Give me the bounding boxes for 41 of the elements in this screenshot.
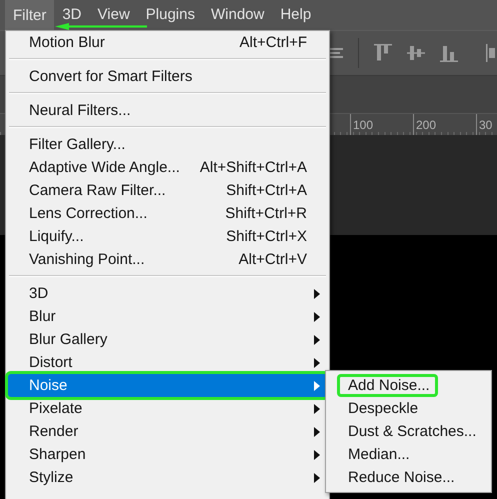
submenu-arrow-icon [314,288,320,298]
align-middle-icon[interactable] [407,44,425,62]
menu-item[interactable]: 3D [8,282,327,305]
menu-item[interactable]: Median... [337,443,418,466]
menu-bar-item[interactable]: View [90,6,138,23]
ruler-label: 200 [416,118,436,132]
align-left-icon[interactable] [486,44,496,62]
menu-item[interactable]: Despeckle [337,397,426,420]
menu-item[interactable]: Noise [8,374,327,397]
menu-item[interactable]: Convert for Smart Filters [8,65,327,88]
menu-item[interactable]: Lens Correction... Shift+Ctrl+R [8,202,327,225]
menu-item[interactable]: Reduce Noise... [337,466,463,489]
ruler-label: 30 [479,118,492,132]
menu-bar-item[interactable]: Window [202,6,272,23]
menu-item[interactable]: Blur Gallery [8,328,327,351]
keyboard-shortcut: Shift+Ctrl+R [225,205,307,222]
keyboard-shortcut: Shift+Ctrl+X [226,228,307,245]
menu-item[interactable]: Add Noise... [337,374,438,397]
menu-item[interactable]: Camera Raw Filter... Shift+Ctrl+A [8,179,327,202]
keyboard-shortcut: Alt+Ctrl+F [239,34,307,51]
align-top-icon[interactable] [374,44,392,62]
ruler-label: 100 [353,118,374,132]
keyboard-shortcut: Shift+Ctrl+A [226,182,307,199]
submenu-arrow-icon [314,334,320,344]
menu-item[interactable]: Neural Filters... [8,99,327,122]
submenu-arrow-icon [314,312,320,322]
menu-bar-item[interactable]: Filter [5,0,54,30]
menu-bar-item[interactable]: 3D [54,6,90,23]
menu-item[interactable]: Filter Gallery... [8,133,327,156]
menu-bar-item[interactable]: Plugins [138,6,203,23]
menu-item[interactable]: Adaptive Wide Angle... Alt+Shift+Ctrl+A [8,156,327,179]
menu-item[interactable]: Liquify... Shift+Ctrl+X [8,225,327,248]
keyboard-shortcut: Alt+Shift+Ctrl+A [200,159,307,176]
menu-item[interactable]: Vanishing Point... Alt+Ctrl+V [8,248,327,271]
menu-item[interactable]: Dust & Scratches... [337,420,484,443]
menu-item[interactable]: Motion Blur Alt+Ctrl+F [8,31,327,54]
menu-bar-item[interactable]: Help [272,6,320,23]
lines-icon[interactable] [330,48,343,58]
keyboard-shortcut: Alt+Ctrl+V [238,251,307,268]
menu-item[interactable]: Blur [8,305,327,328]
align-bottom-icon[interactable] [440,44,458,62]
